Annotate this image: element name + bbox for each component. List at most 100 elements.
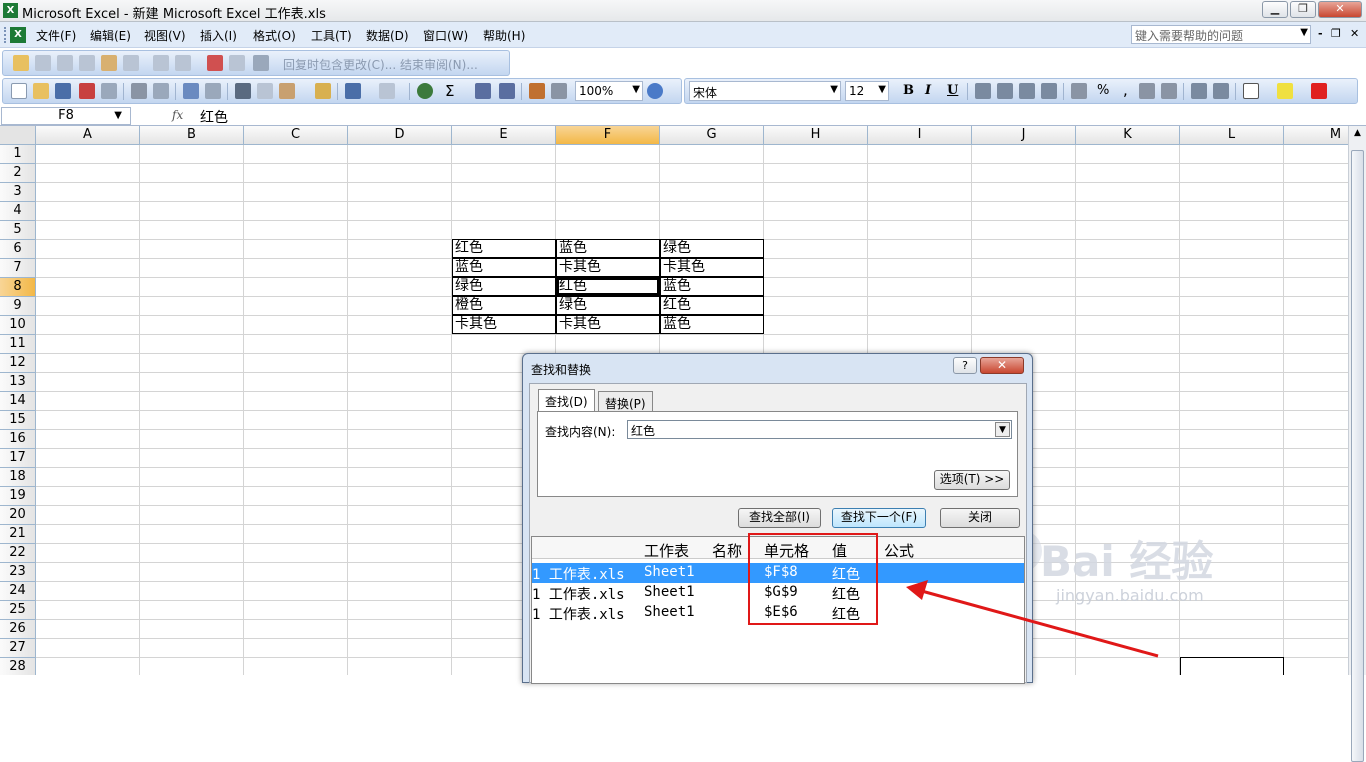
decrease-decimal-icon[interactable] — [1161, 83, 1177, 99]
cell-g8[interactable]: 蓝色 — [660, 277, 764, 296]
find-input[interactable]: 红色 ▼ — [627, 420, 1012, 439]
menu-edit[interactable]: 编辑(E) — [90, 27, 131, 44]
comma-button[interactable]: , — [1123, 81, 1128, 99]
row-header-25[interactable]: 25 — [0, 601, 36, 620]
font-size-select[interactable]: 12 ▼ — [845, 81, 889, 101]
folder-icon[interactable] — [13, 55, 29, 71]
track-changes-icon[interactable] — [153, 55, 169, 71]
accept-change-icon[interactable] — [175, 55, 191, 71]
workbook-icon[interactable]: X — [10, 27, 26, 43]
column-header-m[interactable]: M — [1284, 126, 1348, 145]
doc-close-button[interactable]: ✕ — [1350, 27, 1359, 40]
row-header-22[interactable]: 22 — [0, 544, 36, 563]
sort-ascending-icon[interactable] — [475, 83, 491, 99]
cell-e8[interactable]: 绿色 — [452, 277, 556, 296]
menu-format[interactable]: 格式(O) — [253, 27, 296, 44]
row-header-9[interactable]: 9 — [0, 297, 36, 316]
align-right-icon[interactable] — [1019, 83, 1035, 99]
doc-minimize-button[interactable]: - — [1318, 27, 1323, 40]
chevron-down-icon[interactable]: ▼ — [632, 84, 640, 95]
find-all-button[interactable]: 查找全部(I) — [738, 508, 821, 528]
menu-grip[interactable] — [4, 27, 7, 43]
row-header-7[interactable]: 7 — [0, 259, 36, 278]
row-header-3[interactable]: 3 — [0, 183, 36, 202]
comment-icon[interactable] — [101, 55, 117, 71]
row-header-15[interactable]: 15 — [0, 411, 36, 430]
row-header-4[interactable]: 4 — [0, 202, 36, 221]
maximize-button[interactable]: ❐ — [1290, 1, 1316, 18]
cell-e9[interactable]: 橙色 — [452, 296, 556, 315]
cell-f8[interactable]: 红色 — [556, 277, 660, 296]
column-header-c[interactable]: C — [244, 126, 348, 145]
print-preview-icon[interactable] — [153, 83, 169, 99]
increase-indent-icon[interactable] — [1213, 83, 1229, 99]
row-header-1[interactable]: 1 — [0, 145, 36, 164]
row-header-14[interactable]: 14 — [0, 392, 36, 411]
copy-icon[interactable] — [257, 83, 273, 99]
decrease-indent-icon[interactable] — [1191, 83, 1207, 99]
menu-insert[interactable]: 插入(I) — [200, 27, 237, 44]
row-header-24[interactable]: 24 — [0, 582, 36, 601]
formula-input[interactable]: 红色 — [200, 107, 228, 127]
row-header-16[interactable]: 16 — [0, 430, 36, 449]
column-header-j[interactable]: J — [972, 126, 1076, 145]
options-button[interactable]: 选项(T) >> — [934, 470, 1010, 490]
increase-decimal-icon[interactable] — [1139, 83, 1155, 99]
cell-f6[interactable]: 蓝色 — [556, 239, 660, 258]
row-header-8[interactable]: 8 — [0, 278, 36, 297]
mail-icon[interactable] — [35, 55, 51, 71]
row-header-27[interactable]: 27 — [0, 639, 36, 658]
menu-file[interactable]: 文件(F) — [36, 27, 76, 44]
column-header-f[interactable]: F — [556, 126, 660, 145]
cell-f9[interactable]: 绿色 — [556, 296, 660, 315]
row-header-20[interactable]: 20 — [0, 506, 36, 525]
dialog-help-button[interactable]: ? — [953, 357, 977, 374]
sort-descending-icon[interactable] — [499, 83, 515, 99]
row-header-2[interactable]: 2 — [0, 164, 36, 183]
email-icon[interactable] — [101, 83, 117, 99]
row-header-21[interactable]: 21 — [0, 525, 36, 544]
hyperlink-icon[interactable] — [417, 83, 433, 99]
cell-g9[interactable]: 红色 — [660, 296, 764, 315]
underline-button[interactable]: U — [947, 83, 958, 98]
review-reply-text[interactable]: 回复时包含更改(C)... 结束审阅(N)... — [283, 56, 478, 73]
paste-icon[interactable] — [279, 83, 295, 99]
row-header-19[interactable]: 19 — [0, 487, 36, 506]
spelling-icon[interactable] — [183, 83, 199, 99]
merge-center-icon[interactable] — [1041, 83, 1057, 99]
mail-reply-icon[interactable] — [57, 55, 73, 71]
minimize-button[interactable]: ▁ — [1262, 1, 1288, 18]
cell-e10[interactable]: 卡其色 — [452, 315, 556, 334]
header-formula[interactable]: 公式 — [884, 540, 914, 561]
cell-l28[interactable] — [1180, 657, 1284, 675]
name-box[interactable]: F8 ▼ — [1, 107, 131, 125]
compare-icon[interactable] — [229, 55, 245, 71]
autosum-icon[interactable]: Σ — [445, 82, 454, 100]
column-header-a[interactable]: A — [36, 126, 140, 145]
redo-icon[interactable] — [379, 83, 395, 99]
bold-button[interactable]: B — [903, 83, 914, 98]
row-header-12[interactable]: 12 — [0, 354, 36, 373]
borders-icon[interactable] — [1243, 83, 1259, 99]
cell-g10[interactable]: 蓝色 — [660, 315, 764, 334]
menu-data[interactable]: 数据(D) — [366, 27, 409, 44]
row-header-28[interactable]: 28 — [0, 658, 36, 675]
currency-icon[interactable] — [1071, 83, 1087, 99]
scroll-up-arrow-icon[interactable]: ▲ — [1351, 128, 1364, 142]
review-icon[interactable] — [207, 55, 223, 71]
row-header-11[interactable]: 11 — [0, 335, 36, 354]
column-header-i[interactable]: I — [868, 126, 972, 145]
help-icon[interactable] — [647, 83, 663, 99]
mail-forward-icon[interactable] — [79, 55, 95, 71]
delete-comment-icon[interactable] — [123, 55, 139, 71]
cell-g6[interactable]: 绿色 — [660, 239, 764, 258]
menu-window[interactable]: 窗口(W) — [423, 27, 468, 44]
open-folder-icon[interactable] — [33, 83, 49, 99]
column-header-b[interactable]: B — [140, 126, 244, 145]
row-header-13[interactable]: 13 — [0, 373, 36, 392]
column-header-k[interactable]: K — [1076, 126, 1180, 145]
italic-button[interactable]: I — [925, 83, 931, 98]
chevron-down-icon[interactable]: ▼ — [995, 422, 1010, 437]
dialog-close-icon[interactable]: ✕ — [980, 357, 1024, 374]
vertical-scrollbar[interactable]: ▲ — [1348, 126, 1366, 762]
